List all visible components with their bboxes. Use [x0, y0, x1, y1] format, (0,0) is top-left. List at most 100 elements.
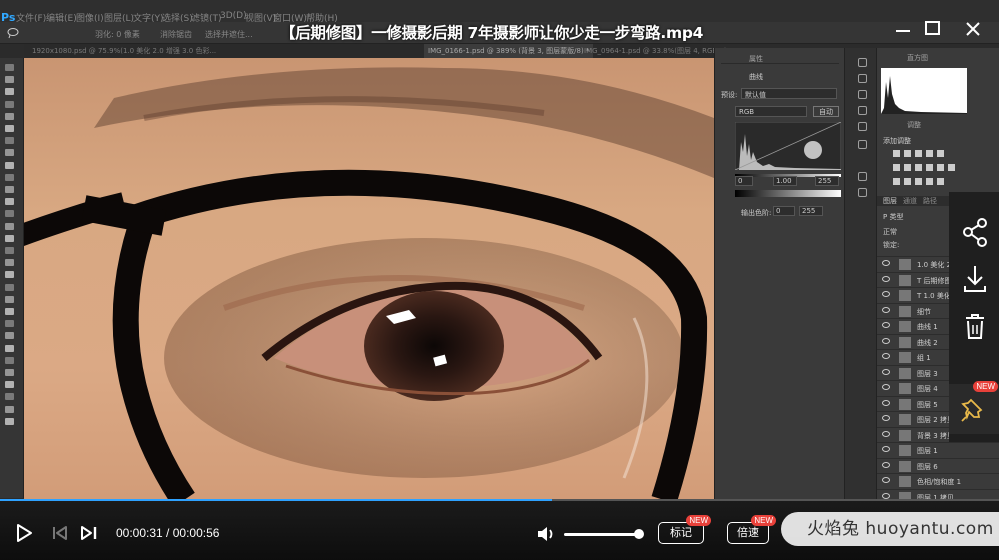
swatches-icon[interactable] [858, 90, 867, 99]
curves-histogram[interactable] [735, 122, 841, 170]
antialias-option[interactable]: 消除锯齿 [160, 29, 192, 40]
toolbox-tool-icon[interactable] [5, 271, 14, 279]
toolbox-tool-icon[interactable] [5, 234, 14, 242]
toolbox-tool-icon[interactable] [5, 405, 14, 413]
layer-row[interactable]: 色相/饱和度 1 [877, 473, 999, 488]
toolbox-tool-icon[interactable] [5, 247, 14, 254]
visibility-eye-icon[interactable] [882, 461, 890, 468]
tab-layers[interactable]: 图层 [883, 196, 897, 206]
toolbox-tool-icon[interactable] [5, 369, 14, 376]
toolbox-tool-icon[interactable] [5, 308, 14, 315]
download-button[interactable] [949, 256, 999, 302]
visibility-eye-icon[interactable] [882, 322, 890, 328]
output-max-value[interactable]: 255 [802, 207, 815, 215]
volume-slider[interactable] [564, 533, 640, 536]
toolbox-tool-icon[interactable] [5, 149, 14, 157]
input-black-value[interactable]: 0 [738, 177, 742, 185]
previous-button[interactable] [50, 523, 70, 543]
visibility-eye-icon[interactable] [882, 415, 890, 421]
pin-button[interactable]: NEW [949, 381, 999, 434]
toolbox-tool-icon[interactable] [5, 259, 14, 267]
output-min-value[interactable]: 0 [776, 207, 780, 215]
toolbox-tool-icon[interactable] [5, 417, 14, 425]
layer-row[interactable]: 图层 1 [877, 442, 999, 457]
channel-select[interactable]: RGB [735, 106, 807, 117]
visibility-eye-icon[interactable] [882, 430, 890, 437]
blend-mode-select[interactable]: 正常 [883, 227, 897, 237]
properties-tab[interactable]: 属性 [749, 54, 763, 64]
visibility-eye-icon[interactable] [882, 446, 890, 452]
volume-knob[interactable] [634, 529, 644, 539]
input-white-value[interactable]: 255 [818, 177, 831, 185]
toolbox-tool-icon[interactable] [5, 161, 14, 169]
input-mid-value[interactable]: 1.00 [776, 177, 792, 185]
toolbox-tool-icon[interactable] [5, 137, 14, 145]
auto-button[interactable]: 自动 [813, 106, 839, 117]
toolbox-tool-icon[interactable] [5, 210, 14, 218]
toolbox-tool-icon[interactable] [5, 173, 14, 181]
mark-button[interactable]: 标记 NEW [658, 515, 711, 544]
toolbox-tool-icon[interactable] [5, 222, 14, 230]
preset-select[interactable]: 默认值 [741, 88, 837, 99]
toolbox-tool-icon[interactable] [5, 344, 14, 352]
toolbox-tool-icon[interactable] [5, 64, 14, 71]
visibility-eye-icon[interactable] [882, 275, 890, 282]
toolbox-tool-icon[interactable] [5, 320, 14, 328]
layer-row[interactable]: 图层 6 [877, 457, 999, 473]
play-button[interactable] [14, 523, 34, 543]
adjustment-icons[interactable] [891, 148, 971, 188]
tab-document-1[interactable]: 1920x1080.psd @ 75.9%(1.0 美化 2.0 增强 3.0 … [32, 46, 216, 56]
info-icon[interactable] [858, 122, 867, 131]
visibility-eye-icon[interactable] [882, 306, 890, 313]
visibility-eye-icon[interactable] [882, 260, 890, 266]
visibility-eye-icon[interactable] [882, 492, 890, 499]
visibility-eye-icon[interactable] [882, 384, 890, 390]
visibility-eye-icon[interactable] [882, 291, 890, 297]
visibility-eye-icon[interactable] [882, 368, 890, 375]
visibility-eye-icon[interactable] [882, 353, 890, 359]
toolbox-tool-icon[interactable] [5, 112, 14, 120]
toolbox-tool-icon[interactable] [5, 88, 14, 96]
toolbox-tool-icon[interactable] [5, 198, 14, 206]
brush-icon[interactable] [858, 106, 867, 115]
minimize-button[interactable] [891, 14, 915, 40]
volume-button[interactable] [536, 524, 556, 544]
next-button[interactable] [79, 523, 99, 543]
maximize-button[interactable] [921, 16, 945, 42]
tab-document-2[interactable]: IMG_0166-1.psd @ 389% (背景 3, 图层蒙版/8) * [424, 44, 594, 58]
tab-channels[interactable]: 通道 [903, 196, 917, 206]
share-button[interactable] [949, 210, 999, 256]
layer-kind-filter[interactable]: P 类型 [883, 212, 903, 222]
tab-document-3[interactable]: IMG_0964-1.psd @ 33.8%(图层 4, RGB/8) [584, 46, 727, 56]
character-icon[interactable] [858, 172, 867, 181]
close-button[interactable] [961, 16, 985, 42]
navigator-icon[interactable] [858, 140, 867, 149]
toolbox-tool-icon[interactable] [5, 186, 14, 193]
toolbox-tool-icon[interactable] [5, 356, 14, 364]
toolbox-tool-icon[interactable] [5, 295, 14, 303]
feather-option[interactable]: 羽化: 0 像素 [95, 29, 140, 40]
visibility-eye-icon[interactable] [882, 337, 890, 344]
menu-3d[interactable]: 3D(D) [220, 11, 247, 21]
histogram-tab[interactable]: 直方图 [907, 53, 928, 63]
history-icon[interactable] [858, 58, 867, 67]
lasso-tool-icon[interactable] [6, 27, 20, 39]
delete-button[interactable] [949, 304, 999, 350]
visibility-eye-icon[interactable] [882, 399, 890, 406]
toolbox-tool-icon[interactable] [5, 332, 14, 340]
select-and-mask-button[interactable]: 选择并遮住... [205, 29, 253, 40]
paragraph-icon[interactable] [858, 188, 867, 197]
toolbox-tool-icon[interactable] [5, 381, 14, 389]
color-icon[interactable] [858, 74, 867, 83]
adjustments-tab[interactable]: 调整 [907, 120, 921, 130]
visibility-eye-icon[interactable] [882, 477, 890, 483]
toolbox-tool-icon[interactable] [5, 393, 14, 401]
toolbox-tool-icon[interactable] [5, 125, 14, 132]
speed-button[interactable]: 倍速 NEW [727, 515, 776, 544]
toolbox-tool-icon[interactable] [5, 283, 14, 291]
maximize-icon [925, 21, 940, 35]
toolbox-tool-icon[interactable] [5, 76, 14, 84]
toolbox-tool-icon[interactable] [5, 100, 14, 108]
tab-paths[interactable]: 路径 [923, 196, 937, 206]
window-controls [889, 16, 999, 46]
